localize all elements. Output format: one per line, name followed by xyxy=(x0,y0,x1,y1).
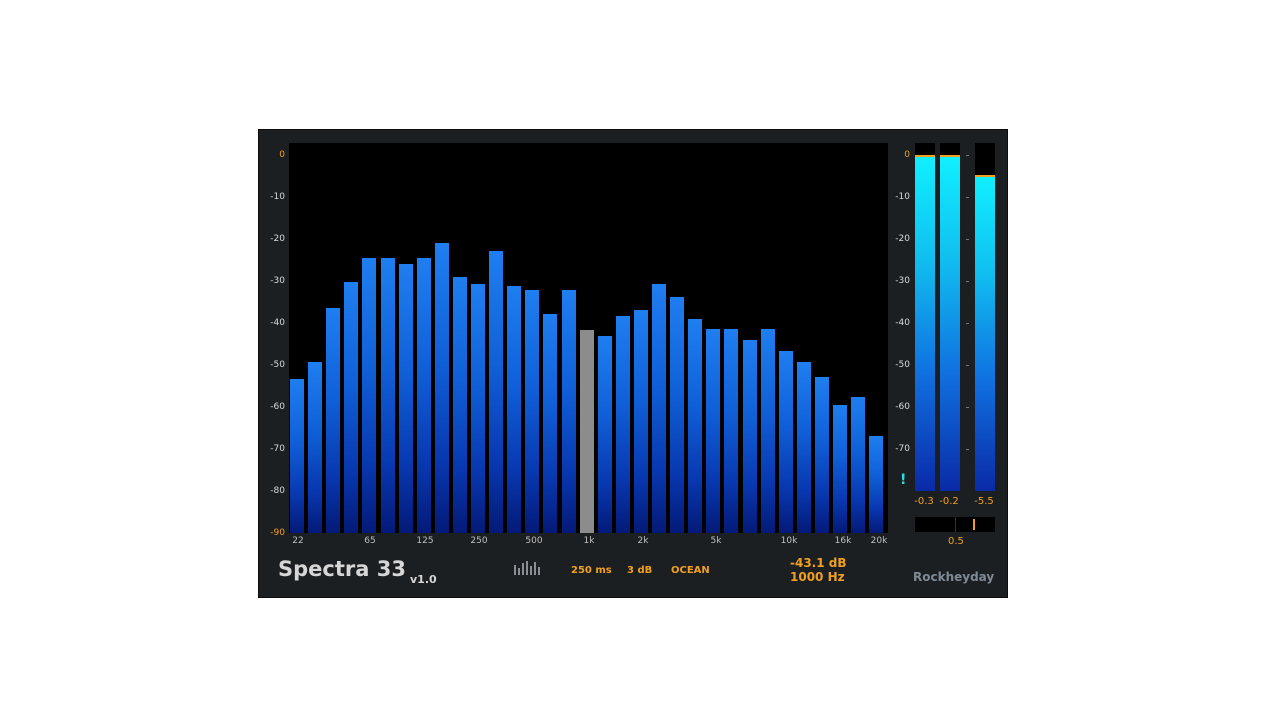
x-axis-label: 22 xyxy=(292,536,304,546)
x-axis-label: 1k xyxy=(583,536,595,546)
meter-scale-tick xyxy=(966,365,969,366)
spectrum-bar[interactable] xyxy=(489,251,504,533)
speed-control[interactable]: 250 ms xyxy=(571,565,612,576)
spectrum-bar[interactable] xyxy=(344,281,359,533)
spectrum-bar[interactable] xyxy=(615,316,630,533)
y-axis-label: -70 xyxy=(270,444,285,454)
meter-scale-label: -20 xyxy=(895,234,910,244)
meter-r xyxy=(940,143,960,491)
meter-scale-label: -40 xyxy=(895,318,910,328)
y-axis-label: -30 xyxy=(270,276,285,286)
meter-readout: -0.3 xyxy=(914,496,934,507)
clip-warning-indicator[interactable]: ! xyxy=(900,472,906,488)
meter-scale-label: -10 xyxy=(895,192,910,202)
y-axis-label: -20 xyxy=(270,234,285,244)
meter-readout: -0.2 xyxy=(939,496,959,507)
spectrum-display[interactable] xyxy=(289,143,888,533)
readout-level: -43.1 dB xyxy=(790,556,847,570)
x-axis-label: 2k xyxy=(637,536,649,546)
spectrum-bar[interactable] xyxy=(290,379,304,533)
spectrum-bar[interactable] xyxy=(597,335,612,533)
spectrum-bar[interactable] xyxy=(471,283,485,533)
meter-rms xyxy=(975,143,995,491)
meter-scale-tick xyxy=(966,197,969,198)
app-title: Spectra 33 xyxy=(278,557,406,581)
y-axis-label: 0 xyxy=(279,150,285,160)
x-axis-label: 65 xyxy=(364,536,376,546)
meter-scale-tick xyxy=(966,449,969,450)
spectrum-bar[interactable] xyxy=(796,361,811,533)
spectrum-bar[interactable] xyxy=(688,318,703,533)
spectrum-bar[interactable] xyxy=(525,290,540,533)
spectrum-bar[interactable] xyxy=(543,314,558,533)
correlation-meter xyxy=(915,517,995,532)
spectrum-bar[interactable] xyxy=(398,264,413,533)
y-axis-label: -90 xyxy=(270,528,285,538)
spectrum-bar[interactable] xyxy=(362,257,377,533)
y-axis-label: -60 xyxy=(270,402,285,412)
cursor-readout: -43.1 dB 1000 Hz xyxy=(790,556,847,584)
meter-scale-tick xyxy=(966,281,969,282)
x-axis-label: 16k xyxy=(834,536,852,546)
spectrum-bar[interactable] xyxy=(851,396,866,533)
spectrum-bar[interactable] xyxy=(760,329,775,533)
meter-scale-tick xyxy=(966,323,969,324)
meter-peak xyxy=(915,155,935,158)
meter-fill xyxy=(940,155,960,491)
y-axis-label: -40 xyxy=(270,318,285,328)
brand-label: Rockheyday xyxy=(913,570,995,584)
spectrum-bar[interactable] xyxy=(742,340,757,533)
meter-scale-tick xyxy=(966,407,969,408)
meter-peak xyxy=(940,154,960,157)
correlation-center-line xyxy=(955,517,956,532)
spectrum-bar[interactable] xyxy=(380,257,395,533)
spectrum-bar[interactable] xyxy=(507,286,522,533)
spectrum-bar[interactable] xyxy=(308,361,323,533)
spectrum-bar[interactable] xyxy=(814,377,829,533)
spectrum-bar[interactable] xyxy=(724,329,739,533)
x-axis-label: 250 xyxy=(470,536,488,546)
correlation-value: 0.5 xyxy=(948,536,964,547)
meter-fill xyxy=(915,156,935,491)
x-axis-label: 10k xyxy=(780,536,798,546)
spectrum-bar[interactable] xyxy=(706,329,721,533)
bars-icon[interactable] xyxy=(514,560,541,575)
correlation-marker xyxy=(972,519,975,530)
meter-scale-label: -60 xyxy=(895,402,910,412)
spectrum-bar[interactable] xyxy=(833,405,847,533)
meter-scale-label: -50 xyxy=(895,360,910,370)
spectrum-bar[interactable] xyxy=(434,242,449,533)
spectrum-bar[interactable] xyxy=(326,307,341,533)
meter-l xyxy=(915,143,935,491)
y-axis-label: -50 xyxy=(270,360,285,370)
meter-scale-label: 0 xyxy=(904,150,910,160)
y-axis-label: -10 xyxy=(270,192,285,202)
readout-frequency: 1000 Hz xyxy=(790,570,845,584)
spectrum-bar[interactable] xyxy=(416,257,431,533)
meter-readout: -5.5 xyxy=(974,496,994,507)
x-axis-label: 20k xyxy=(870,536,888,546)
meter-peak xyxy=(975,175,995,178)
meter-scale-tick xyxy=(966,239,969,240)
theme-control[interactable]: OCEAN xyxy=(671,565,710,576)
x-axis-label: 500 xyxy=(525,536,543,546)
meter-scale-label: -30 xyxy=(895,276,910,286)
spectrum-bar[interactable] xyxy=(670,296,685,533)
spectrum-bar[interactable] xyxy=(452,277,467,533)
app-version: v1.0 xyxy=(410,573,437,586)
slope-control[interactable]: 3 dB xyxy=(627,565,652,576)
x-axis-label: 125 xyxy=(416,536,434,546)
spectrum-bar-selected[interactable] xyxy=(579,329,594,533)
meter-scale-label: -70 xyxy=(895,444,910,454)
spectrum-bar[interactable] xyxy=(778,351,793,533)
x-axis-label: 5k xyxy=(710,536,722,546)
spectrum-bar[interactable] xyxy=(633,309,648,533)
meter-scale-tick xyxy=(966,155,969,156)
spectrum-bar[interactable] xyxy=(652,283,666,533)
meter-fill xyxy=(975,176,995,491)
y-axis-label: -80 xyxy=(270,486,285,496)
spectrum-bar[interactable] xyxy=(561,290,576,533)
